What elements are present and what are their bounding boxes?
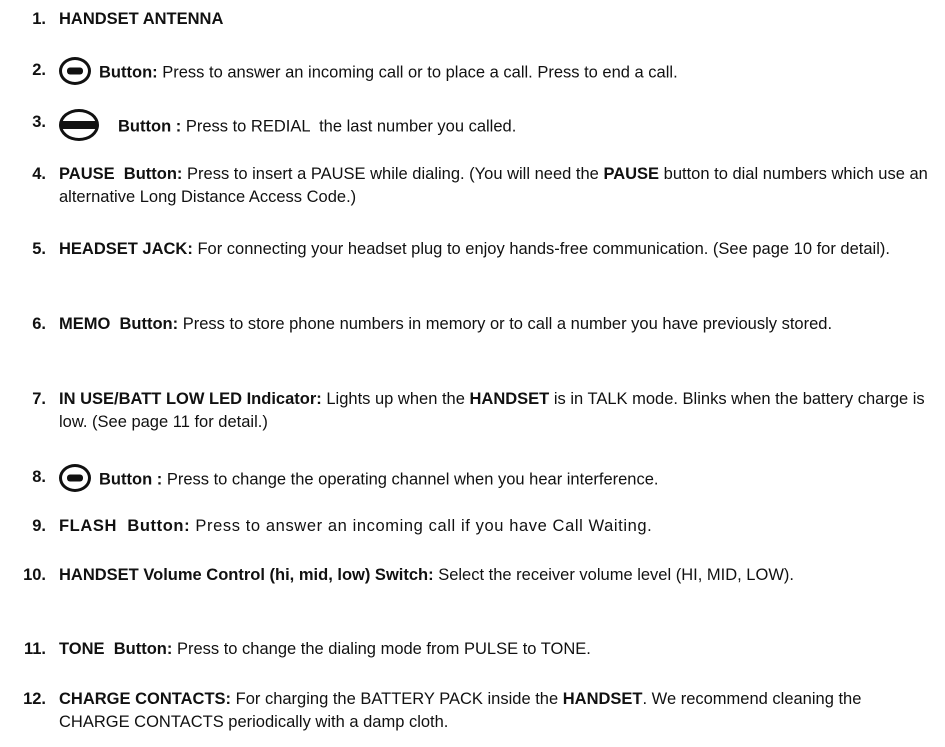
- item-description: For connecting your headset plug to enjo…: [197, 240, 890, 258]
- item-number: 12.: [23, 690, 46, 708]
- item-number: 8.: [32, 468, 46, 486]
- item-emphasis: PAUSE: [603, 165, 660, 183]
- item-description: Press to answer an incoming call if you …: [195, 517, 653, 535]
- item-emphasis: HANDSET: [469, 390, 550, 408]
- item-body: CHARGE CONTACTS: For charging the BATTER…: [59, 688, 933, 734]
- item-title: HEADSET JACK:: [59, 240, 193, 258]
- item-title: Button :: [118, 117, 182, 136]
- item-body: FLASH Button: Press to answer an incomin…: [59, 515, 933, 538]
- item-title: Button :: [99, 470, 163, 489]
- item-body: Button : Press to change the operating c…: [59, 464, 933, 494]
- item-body: HANDSET Volume Control (hi, mid, low) Sw…: [59, 564, 933, 587]
- item-body: TONE Button: Press to change the dialing…: [59, 638, 933, 661]
- item-number: 3.: [32, 113, 46, 131]
- talk-button-icon: [59, 57, 91, 85]
- channel-button-icon: [59, 464, 91, 492]
- item-title: HANDSET Volume Control (hi, mid, low) Sw…: [59, 566, 434, 584]
- item-number: 1.: [32, 10, 46, 28]
- item-body: MEMO Button: Press to store phone number…: [59, 313, 933, 336]
- item-description: Press to answer an incoming call or to p…: [162, 63, 678, 82]
- item-body: Button : Press to REDIAL the last number…: [59, 109, 933, 143]
- feature-list: 1. HANDSET ANTENNA 2. Button: Press to a…: [0, 0, 945, 747]
- item-title: CHARGE CONTACTS:: [59, 690, 232, 708]
- item-number: 5.: [32, 240, 46, 258]
- item-description: For charging the BATTERY PACK inside the: [235, 690, 559, 708]
- item-description: Press to change the dialing mode from PU…: [176, 640, 591, 658]
- item-number: 7.: [32, 390, 46, 408]
- item-number: 2.: [32, 61, 46, 79]
- item-body: HANDSET ANTENNA: [59, 8, 933, 31]
- item-body: IN USE/BATT LOW LED Indicator: Lights up…: [59, 388, 933, 434]
- item-description: Select the receiver volume level (HI, MI…: [438, 566, 794, 584]
- item-title: Button:: [99, 63, 158, 82]
- item-description: Press to change the operating channel wh…: [166, 470, 659, 489]
- item-description: Lights up when the: [326, 390, 465, 408]
- item-number: 4.: [32, 165, 46, 183]
- item-body: HEADSET JACK: For connecting your headse…: [59, 238, 933, 261]
- item-description: Press to store phone numbers in memory o…: [182, 315, 833, 333]
- item-title: TONE Button:: [59, 640, 173, 658]
- item-title: FLASH Button:: [59, 517, 191, 535]
- item-number: 10.: [23, 566, 46, 584]
- item-description: Press to REDIAL the last number you call…: [185, 117, 517, 136]
- item-body: PAUSE Button: Press to insert a PAUSE wh…: [59, 163, 933, 209]
- item-number: 9.: [32, 517, 46, 535]
- item-title: MEMO Button:: [59, 315, 179, 333]
- item-description: Press to insert a PAUSE while dialing. (…: [187, 165, 599, 183]
- item-number: 6.: [32, 315, 46, 333]
- item-number: 11.: [23, 640, 46, 658]
- item-title: PAUSE Button:: [59, 165, 183, 183]
- item-title: HANDSET ANTENNA: [59, 10, 224, 28]
- item-title: IN USE/BATT LOW LED Indicator:: [59, 390, 322, 408]
- redial-button-icon: [59, 109, 99, 141]
- item-body: Button: Press to answer an incoming call…: [59, 57, 933, 87]
- item-emphasis: HANDSET: [562, 690, 643, 708]
